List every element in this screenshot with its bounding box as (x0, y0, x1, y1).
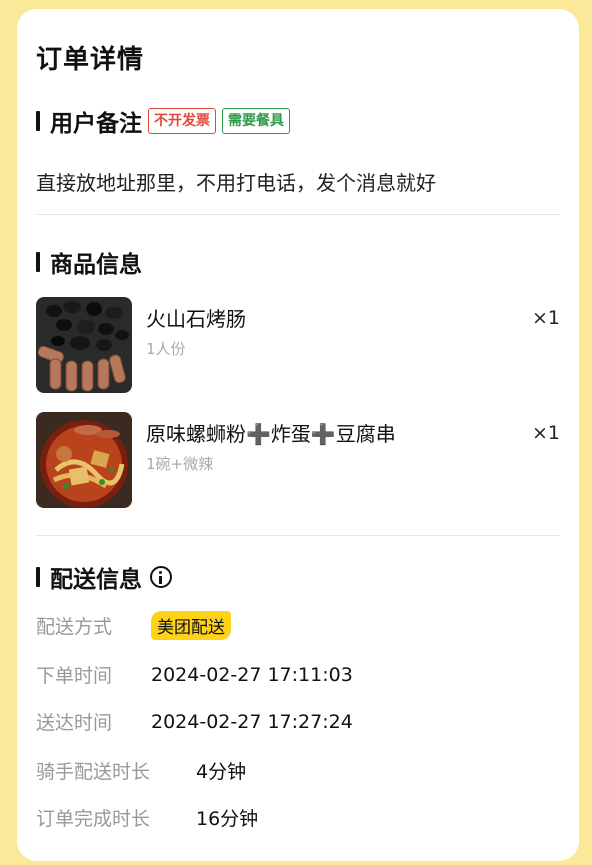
delivery-section-title: 配送信息 (36, 560, 172, 594)
product-image-noodles (36, 412, 132, 508)
product-name: 火山石烤肠 (146, 307, 246, 331)
order-time-label: 下单时间 (36, 665, 113, 687)
section-bar (36, 252, 40, 272)
delivery-method-badge: 美团配送 (151, 611, 231, 640)
remark-title: 用户备注 (50, 111, 142, 137)
product-spec: 1碗+微辣 (146, 455, 214, 473)
section-bar (36, 567, 40, 587)
no-invoice-tag: 不开发票 (148, 108, 216, 134)
product-name: 原味螺蛳粉➕炸蛋➕豆腐串 (146, 422, 396, 446)
remark-section-title: 用户备注 不开发票 需要餐具 (36, 104, 290, 138)
divider (36, 535, 560, 536)
product-quantity: ×1 (531, 307, 560, 329)
rider-duration-value: 4分钟 (196, 761, 247, 783)
product-item[interactable]: 火山石烤肠 1人份 ×1 (36, 297, 560, 395)
product-spec: 1人份 (146, 340, 186, 358)
delivery-title: 配送信息 (50, 567, 142, 593)
arrival-time-value: 2024-02-27 17:27:24 (151, 710, 353, 733)
completion-duration-value: 16分钟 (196, 808, 259, 830)
delivery-method-label: 配送方式 (36, 616, 113, 638)
products-section-title: 商品信息 (36, 245, 142, 279)
products-title: 商品信息 (50, 252, 142, 278)
order-time-row: 下单时间 2024-02-27 17:11:03 (36, 661, 353, 688)
arrival-time-label: 送达时间 (36, 712, 113, 734)
remark-text: 直接放地址那里，不用打电话，发个消息就好 (36, 171, 436, 195)
order-detail-card: 订单详情 用户备注 不开发票 需要餐具 直接放地址那里，不用打电话，发个消息就好… (17, 9, 579, 861)
divider (36, 214, 560, 215)
completion-duration-label: 订单完成时长 (36, 808, 151, 830)
need-utensils-tag: 需要餐具 (222, 108, 290, 134)
product-item[interactable]: 原味螺蛳粉➕炸蛋➕豆腐串 1碗+微辣 ×1 (36, 412, 560, 510)
product-quantity: ×1 (531, 422, 560, 444)
product-image-sausage (36, 297, 132, 393)
arrival-time-row: 送达时间 2024-02-27 17:27:24 (36, 708, 353, 735)
section-bar (36, 111, 40, 131)
info-icon[interactable] (150, 566, 172, 588)
rider-duration-label: 骑手配送时长 (36, 761, 151, 783)
delivery-method-row: 配送方式 美团配送 (36, 611, 231, 640)
completion-duration-row: 订单完成时长 16分钟 (36, 804, 258, 831)
page-title: 订单详情 (36, 45, 145, 75)
order-time-value: 2024-02-27 17:11:03 (151, 663, 353, 686)
rider-duration-row: 骑手配送时长 4分钟 (36, 757, 246, 784)
